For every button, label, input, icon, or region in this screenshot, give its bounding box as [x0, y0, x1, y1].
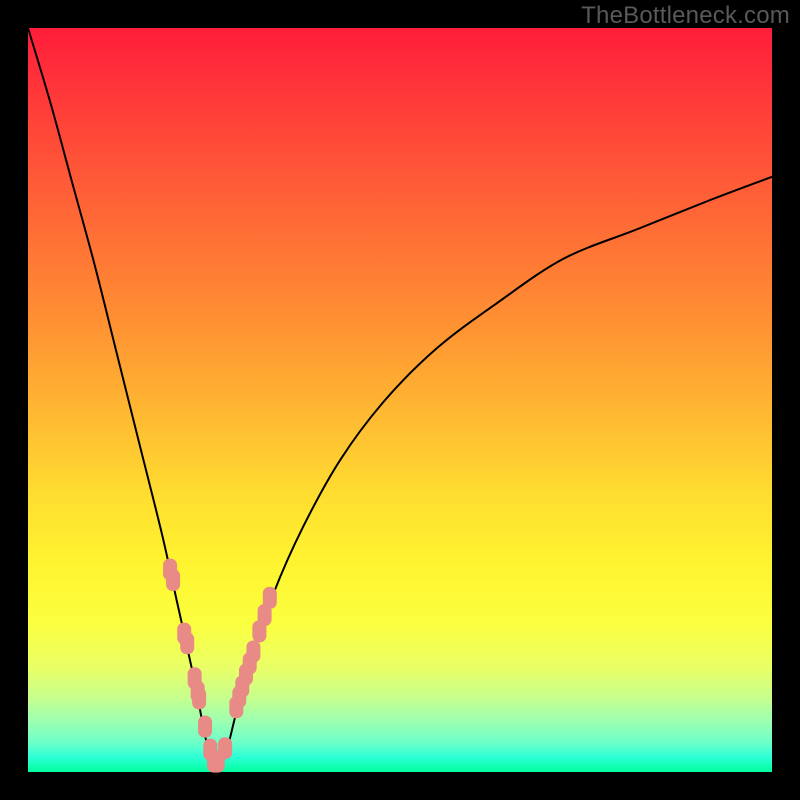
curve-path	[28, 28, 772, 767]
curve-line	[28, 28, 772, 767]
data-marker	[247, 641, 260, 662]
data-marker	[167, 570, 180, 591]
data-marker	[219, 738, 232, 759]
data-marker	[199, 716, 212, 737]
outer-frame: TheBottleneck.com	[0, 0, 800, 800]
data-marker	[181, 633, 194, 654]
data-marker	[263, 587, 276, 608]
watermark-text: TheBottleneck.com	[581, 2, 790, 30]
chart-svg	[28, 28, 772, 772]
data-marker	[193, 688, 206, 709]
plot-area	[28, 28, 772, 772]
curve-markers	[164, 559, 277, 772]
